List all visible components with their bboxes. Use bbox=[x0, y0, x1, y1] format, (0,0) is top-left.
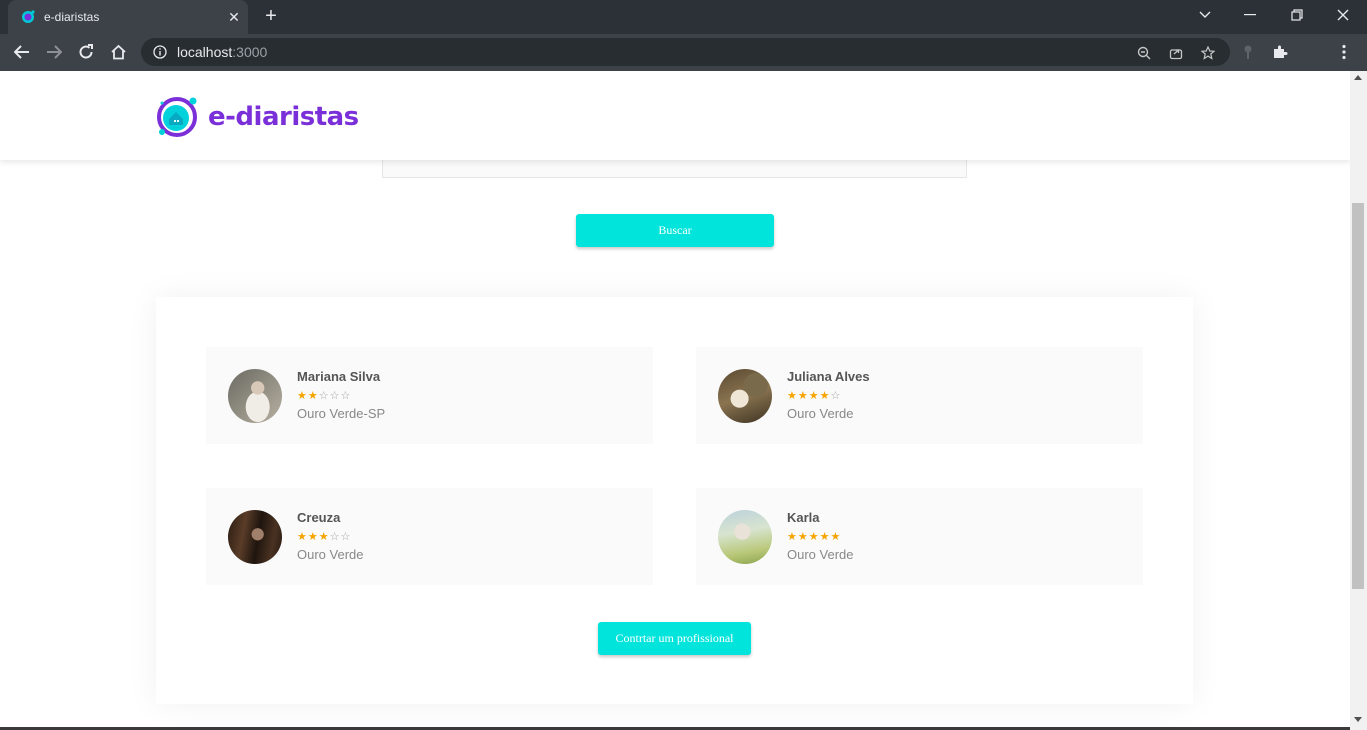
filled-star-icon: ★ bbox=[808, 530, 820, 543]
filled-star-icon: ★ bbox=[307, 389, 319, 402]
filled-star-icon: ★ bbox=[307, 530, 319, 543]
filled-star-icon: ★ bbox=[797, 389, 809, 402]
empty-star-icon: ☆ bbox=[340, 530, 352, 543]
extensions-puzzle-icon[interactable] bbox=[1270, 42, 1290, 62]
filled-star-icon: ★ bbox=[297, 389, 308, 402]
minimize-icon[interactable] bbox=[1230, 0, 1270, 30]
empty-star-icon: ☆ bbox=[830, 389, 842, 402]
password-key-icon[interactable] bbox=[1238, 42, 1258, 62]
address-bar[interactable]: localhost:3000 bbox=[141, 38, 1230, 66]
filled-star-icon: ★ bbox=[830, 530, 842, 543]
professional-info: Karla ★★★★★ Ouro Verde bbox=[787, 510, 854, 563]
bookmark-star-icon[interactable] bbox=[1199, 44, 1217, 62]
professional-city: Ouro Verde bbox=[787, 547, 854, 562]
filled-star-icon: ★ bbox=[787, 530, 798, 543]
professional-name: Karla bbox=[787, 510, 820, 525]
restore-icon[interactable] bbox=[1277, 0, 1317, 30]
page-viewport: e-diaristas Buscar Mariana Silva ★★☆☆☆ O… bbox=[0, 71, 1350, 730]
filled-star-icon: ★ bbox=[797, 530, 809, 543]
professional-city: Ouro Verde bbox=[297, 547, 364, 562]
professional-name: Creuza bbox=[297, 510, 341, 525]
search-button[interactable]: Buscar bbox=[576, 214, 774, 247]
empty-star-icon: ☆ bbox=[340, 389, 352, 402]
empty-star-icon: ☆ bbox=[318, 389, 330, 402]
plus-icon[interactable]: + bbox=[260, 5, 282, 27]
reload-icon[interactable] bbox=[73, 39, 99, 65]
filled-star-icon: ★ bbox=[819, 389, 831, 402]
zoom-out-icon[interactable] bbox=[1135, 44, 1153, 62]
professional-card[interactable]: Creuza ★★★☆☆ Ouro Verde bbox=[206, 488, 653, 585]
app-header: e-diaristas bbox=[0, 71, 1350, 160]
professional-avatar bbox=[228, 368, 282, 423]
url-host: localhost bbox=[177, 44, 233, 60]
app-logo[interactable]: e-diaristas bbox=[156, 95, 359, 139]
empty-star-icon: ☆ bbox=[329, 389, 341, 402]
empty-star-icon: ☆ bbox=[329, 530, 341, 543]
url-text: localhost:3000 bbox=[177, 44, 267, 60]
professional-info: Mariana Silva ★★☆☆☆ Ouro Verde-SP bbox=[297, 369, 385, 422]
professional-avatar bbox=[228, 509, 282, 564]
filled-star-icon: ★ bbox=[808, 389, 820, 402]
rating-stars: ★★★★★ bbox=[787, 529, 854, 545]
browser-tab-strip: e-diaristas ✕ + bbox=[0, 0, 1367, 34]
scroll-up-arrow-icon[interactable] bbox=[1354, 75, 1362, 80]
rating-stars: ★★★☆☆ bbox=[297, 529, 364, 545]
hire-professional-button[interactable]: Contrtar um profissional bbox=[598, 622, 751, 655]
close-window-icon[interactable] bbox=[1323, 0, 1363, 30]
professional-avatar bbox=[718, 368, 772, 423]
site-favicon-icon bbox=[22, 10, 35, 23]
close-tab-icon[interactable]: ✕ bbox=[220, 9, 248, 26]
scroll-down-arrow-icon[interactable] bbox=[1354, 717, 1362, 722]
site-info-icon[interactable] bbox=[153, 45, 167, 59]
professionals-results-card: Mariana Silva ★★☆☆☆ Ouro Verde-SP Julian… bbox=[156, 297, 1193, 704]
logo-text: e-diaristas bbox=[208, 102, 359, 132]
tab-search-chevron-icon[interactable] bbox=[1185, 0, 1225, 30]
filled-star-icon: ★ bbox=[318, 530, 330, 543]
home-icon[interactable] bbox=[105, 39, 131, 65]
professional-info: Juliana Alves ★★★★☆ Ouro Verde bbox=[787, 369, 870, 422]
professional-card[interactable]: Mariana Silva ★★☆☆☆ Ouro Verde-SP bbox=[206, 347, 653, 444]
professional-name: Juliana Alves bbox=[787, 369, 870, 384]
house-bubble-logo-icon bbox=[157, 97, 197, 137]
back-arrow-icon[interactable] bbox=[9, 39, 35, 65]
filled-star-icon: ★ bbox=[787, 389, 798, 402]
browser-toolbar: localhost:3000 bbox=[0, 34, 1367, 71]
professional-name: Mariana Silva bbox=[297, 369, 381, 384]
professional-city: Ouro Verde-SP bbox=[297, 406, 386, 421]
page-scrollbar[interactable] bbox=[1350, 71, 1367, 730]
filled-star-icon: ★ bbox=[819, 530, 831, 543]
browser-menu-icon[interactable] bbox=[1334, 42, 1354, 62]
professional-info: Creuza ★★★☆☆ Ouro Verde bbox=[297, 510, 364, 563]
professional-card[interactable]: Juliana Alves ★★★★☆ Ouro Verde bbox=[696, 347, 1143, 444]
tab-title: e-diaristas bbox=[44, 10, 100, 24]
filled-star-icon: ★ bbox=[297, 530, 308, 543]
browser-tab[interactable]: e-diaristas ✕ bbox=[8, 0, 248, 34]
scrollbar-thumb[interactable] bbox=[1352, 203, 1364, 589]
professional-avatar bbox=[718, 509, 772, 564]
professional-card[interactable]: Karla ★★★★★ Ouro Verde bbox=[696, 488, 1143, 585]
url-port: :3000 bbox=[232, 44, 268, 60]
professional-city: Ouro Verde bbox=[787, 406, 854, 421]
forward-arrow-icon[interactable] bbox=[41, 39, 67, 65]
rating-stars: ★★★★☆ bbox=[787, 388, 870, 404]
rating-stars: ★★☆☆☆ bbox=[297, 388, 385, 404]
share-icon[interactable] bbox=[1167, 44, 1185, 62]
